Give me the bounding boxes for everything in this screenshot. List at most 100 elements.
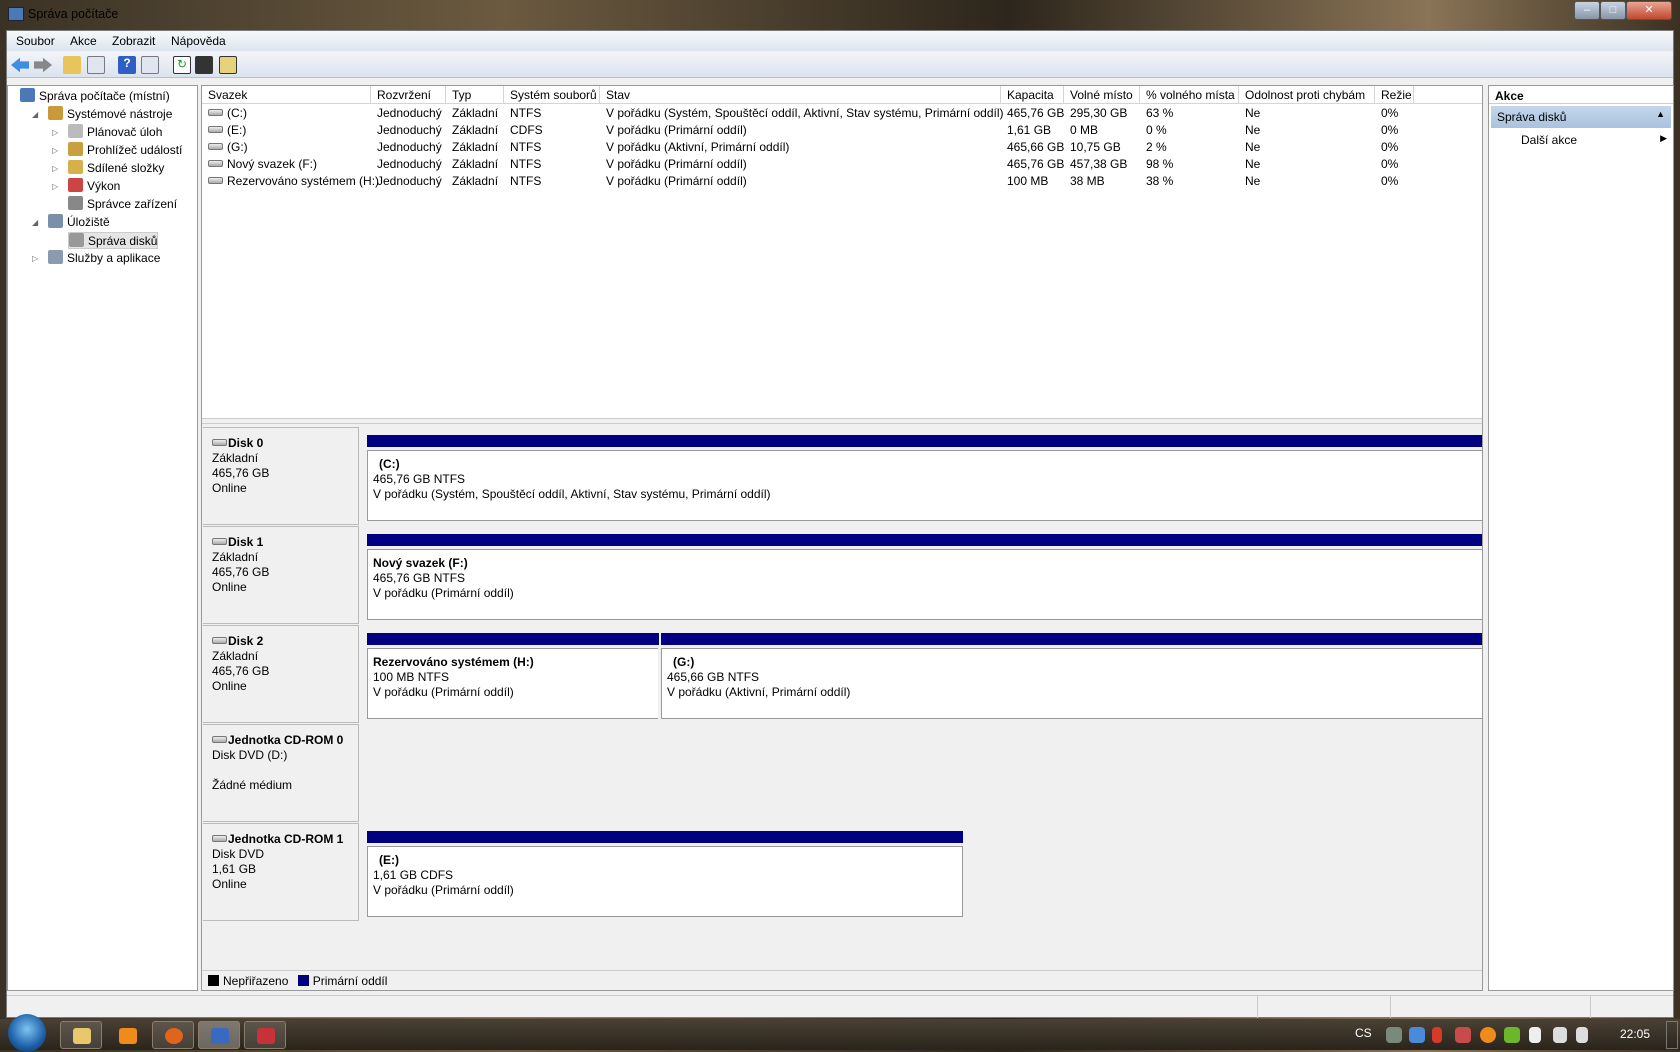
column-header[interactable]: Systém souborů bbox=[504, 86, 600, 104]
settings-icon[interactable] bbox=[219, 56, 237, 74]
column-header[interactable]: % volného místa bbox=[1140, 86, 1239, 104]
tree-item[interactable]: Služby a aplikace bbox=[48, 250, 160, 267]
taskbar-explorer[interactable] bbox=[60, 1021, 102, 1049]
partition[interactable]: (C:) 465,76 GB NTFS V pořádku (Systém, Spo… bbox=[364, 435, 1482, 525]
clock[interactable]: 22:05 bbox=[1620, 1027, 1650, 1041]
partition[interactable]: Rezervováno systémem (H:) 100 MB NTFS V po… bbox=[364, 633, 662, 723]
tree-item[interactable]: Plánovač úloh bbox=[68, 124, 162, 141]
table-cell: Jednoduchý bbox=[371, 123, 446, 137]
partition[interactable]: Nový svazek (F:) 465,76 GB NTFS V pořádku … bbox=[364, 534, 1482, 624]
menu-akce[interactable]: Akce bbox=[70, 34, 97, 48]
cell-text: V pořádku (Systém, Spouštěcí oddíl, Akti… bbox=[606, 106, 1004, 120]
start-button[interactable] bbox=[8, 1014, 46, 1052]
tree-expander[interactable]: ◢ bbox=[32, 110, 38, 119]
tree-item[interactable]: Systémové nástroje bbox=[48, 106, 172, 123]
partition[interactable]: (E:) 1,61 GB CDFS V pořádku (Primární oddí… bbox=[364, 831, 966, 921]
avast-icon[interactable] bbox=[1480, 1027, 1496, 1043]
disk-title: Disk 2 bbox=[228, 634, 264, 648]
disk-label[interactable]: Jednotka CD-ROM 0 Disk DVD (D:) Žádné médi… bbox=[203, 724, 359, 822]
back-icon[interactable] bbox=[11, 57, 29, 73]
partition[interactable]: (G:) 465,66 GB NTFS V pořádku (Aktivní, Pr… bbox=[658, 633, 1482, 723]
partition-box[interactable]: (E:) 1,61 GB CDFS V pořádku (Primární oddí… bbox=[364, 843, 966, 920]
column-header[interactable]: Svazek bbox=[202, 86, 371, 104]
column-header[interactable]: Typ bbox=[446, 86, 504, 104]
network-icon[interactable] bbox=[1553, 1027, 1567, 1043]
table-cell: 465,76 GB bbox=[1001, 157, 1064, 171]
tree-item[interactable]: Úložiště bbox=[48, 214, 110, 231]
tray-check-icon[interactable] bbox=[1504, 1027, 1520, 1043]
taskbar-computer-management[interactable] bbox=[198, 1021, 240, 1049]
tree-item[interactable]: Sdílené složky bbox=[68, 160, 164, 177]
legend-primary: Primární oddíl bbox=[312, 974, 388, 988]
usb-safe-remove-icon[interactable] bbox=[1386, 1027, 1402, 1043]
column-header[interactable]: Režie bbox=[1375, 86, 1414, 104]
show-hide-tree-icon[interactable] bbox=[87, 56, 105, 74]
close-button[interactable]: ✕ bbox=[1626, 1, 1672, 20]
tree-item[interactable]: Správa disků bbox=[68, 232, 159, 249]
volume-table-header: Svazek Rozvržení Typ Systém souborů Stav Kapa… bbox=[202, 86, 1482, 104]
action-center-flag-icon[interactable] bbox=[1529, 1027, 1541, 1043]
column-header[interactable]: Odolnost proti chybám bbox=[1239, 86, 1375, 104]
forward-icon[interactable] bbox=[34, 57, 52, 73]
table-row[interactable]: (E:) Jednoduchý Základní CDFS V pořádku (Pri… bbox=[202, 122, 1482, 139]
tree-node-icon bbox=[68, 196, 83, 210]
tree-item-label: Správa disků bbox=[88, 234, 158, 248]
table-row[interactable]: Rezervováno systémem (H:) Jednoduchý Zákla… bbox=[202, 173, 1482, 190]
table-row[interactable]: (G:) Jednoduchý Základní NTFS V pořádku (Akt… bbox=[202, 139, 1482, 156]
volume-icon[interactable] bbox=[1576, 1027, 1588, 1043]
disk-label[interactable]: Jednotka CD-ROM 1 Disk DVD 1,61 GB Online bbox=[203, 823, 359, 921]
language-indicator[interactable]: CS bbox=[1355, 1026, 1372, 1040]
table-cell: 0% bbox=[1375, 157, 1414, 171]
tree-expander[interactable]: ▷ bbox=[52, 128, 58, 137]
table-row[interactable]: Nový svazek (F:) Jednoduchý Základní NTFS V … bbox=[202, 156, 1482, 173]
partition-box[interactable]: Nový svazek (F:) 465,76 GB NTFS V pořádku … bbox=[364, 546, 1482, 623]
show-desktop-button[interactable] bbox=[1666, 1021, 1678, 1049]
column-header[interactable]: Kapacita bbox=[1001, 86, 1064, 104]
menu-napoveda[interactable]: Nápověda bbox=[171, 34, 226, 48]
tree-item[interactable]: Prohlížeč událostí bbox=[68, 142, 182, 159]
show-hide-action-pane-icon[interactable] bbox=[141, 56, 159, 74]
column-header[interactable]: Rozvržení bbox=[371, 86, 446, 104]
tree-expander[interactable]: ▷ bbox=[52, 182, 58, 191]
tree-expander[interactable]: ▷ bbox=[32, 254, 38, 263]
tree-item[interactable]: Správce zařízení bbox=[68, 196, 177, 213]
disk-label[interactable]: Disk 0 Základní 465,76 GB Online bbox=[203, 427, 359, 525]
partition-box[interactable]: (C:) 465,76 GB NTFS V pořádku (Systém, Spo… bbox=[364, 447, 1482, 524]
actions-more[interactable]: Další akce ▶ bbox=[1491, 130, 1671, 150]
tree-expander[interactable]: ◢ bbox=[32, 218, 38, 227]
partition-box[interactable]: (G:) 465,66 GB NTFS V pořádku (Aktivní, Pr… bbox=[658, 645, 1482, 722]
minimize-button[interactable]: – bbox=[1574, 1, 1600, 20]
up-folder-icon[interactable] bbox=[63, 56, 81, 74]
tree-node-icon bbox=[68, 178, 83, 192]
tree-item-label: Prohlížeč událostí bbox=[87, 143, 183, 157]
speaker-muted-icon[interactable] bbox=[1432, 1027, 1442, 1043]
column-header[interactable]: Volné místo bbox=[1064, 86, 1140, 104]
taskbar-firefox[interactable] bbox=[152, 1021, 194, 1049]
table-cell: NTFS bbox=[504, 157, 600, 171]
properties-icon[interactable] bbox=[195, 56, 213, 74]
taskbar-app[interactable] bbox=[244, 1021, 286, 1049]
column-header[interactable]: Stav bbox=[600, 86, 1001, 104]
maximize-button[interactable]: □ bbox=[1600, 1, 1626, 20]
tray-app-icon[interactable] bbox=[1455, 1027, 1471, 1043]
printer-icon[interactable] bbox=[1409, 1027, 1425, 1043]
refresh-icon[interactable]: ↻ bbox=[173, 56, 191, 74]
tree-expander[interactable]: ▷ bbox=[52, 146, 58, 155]
tree-node-icon bbox=[68, 124, 83, 138]
taskbar-media-player[interactable] bbox=[106, 1021, 148, 1049]
tree-item[interactable]: Správa počítače (místní) bbox=[20, 88, 170, 105]
actions-section-disk-management[interactable]: Správa disků ▲ bbox=[1491, 106, 1671, 128]
disk-label[interactable]: Disk 1 Základní 465,76 GB Online bbox=[203, 526, 359, 624]
table-row[interactable]: (C:) Jednoduchý Základní NTFS V pořádku (Sys… bbox=[202, 105, 1482, 122]
cell-text: Ne bbox=[1245, 106, 1261, 120]
tree-item[interactable]: Výkon bbox=[68, 178, 120, 195]
partition-box[interactable]: Rezervováno systémem (H:) 100 MB NTFS V po… bbox=[364, 645, 662, 722]
cell-text: Jednoduchý bbox=[377, 157, 442, 171]
disk-label[interactable]: Disk 2 Základní 465,76 GB Online bbox=[203, 625, 359, 723]
menu-zobrazit[interactable]: Zobrazit bbox=[112, 34, 155, 48]
tree-item-label: Správa počítače (místní) bbox=[39, 89, 170, 103]
help-icon[interactable]: ? bbox=[118, 56, 136, 74]
menu-soubor[interactable]: Soubor bbox=[16, 34, 55, 48]
cell-text: Nový svazek (F:) bbox=[227, 157, 318, 171]
tree-expander[interactable]: ▷ bbox=[52, 164, 58, 173]
